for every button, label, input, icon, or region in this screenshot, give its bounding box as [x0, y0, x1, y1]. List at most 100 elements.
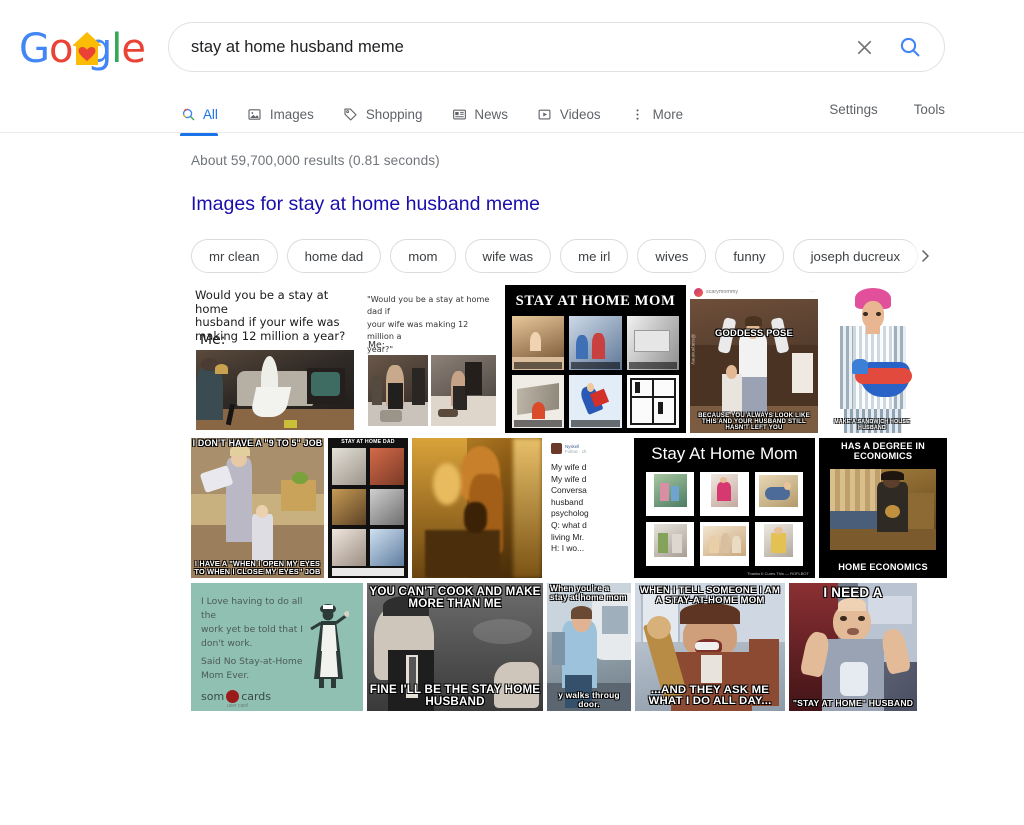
tab-label: More: [652, 106, 684, 122]
close-icon: [857, 40, 871, 54]
tag-icon: [343, 107, 359, 123]
tab-news[interactable]: News: [451, 96, 522, 133]
kebab-icon: [630, 107, 646, 123]
image-result-1[interactable]: Would you be a stay at home husband if y…: [191, 285, 359, 433]
image-row: I Love having to do all the work yet be …: [191, 583, 931, 711]
image-result-5[interactable]: MAKE A SANDWICH HOUSE HUSBAND: [822, 285, 922, 433]
active-tab-underline: [180, 133, 218, 136]
tab-label: News: [474, 106, 508, 122]
tab-label: All: [203, 106, 218, 122]
logo-letter-g: G: [19, 26, 50, 72]
meme-photo-left: [368, 355, 428, 426]
newspaper-icon: [451, 107, 467, 123]
meme-top-text: I DON'T HAVE A "9 TO 5" JOB: [192, 438, 323, 449]
tab-shopping[interactable]: Shopping: [343, 96, 438, 133]
meme-photo: GODDESS POSE BECAUSE YOU ALWAYS LOOK LIK…: [690, 299, 818, 433]
header-right-links: Settings Tools: [829, 102, 945, 117]
google-logo[interactable]: Gogle: [19, 26, 146, 72]
chip-me-irl[interactable]: me irl: [560, 239, 629, 273]
meme-subcaption: Me:: [200, 332, 226, 348]
clear-search-button[interactable]: [842, 25, 886, 69]
image-result-14[interactable]: When you're a stay at home mom y walks t…: [547, 583, 631, 711]
image-row: Would you be a stay at home husband if y…: [191, 285, 931, 433]
meme-top-text: GODDESS POSE: [715, 327, 793, 339]
post-header: Nyskell Follow · 1h: [551, 443, 586, 454]
meme-top-text: When you're a stay at home mom: [550, 583, 627, 603]
meme-top-text: HAS A DEGREE IN ECONOMICS: [841, 441, 925, 461]
tab-label: Shopping: [365, 106, 423, 122]
chip-funny[interactable]: funny: [715, 239, 784, 273]
image-result-7[interactable]: STAY AT HOME DAD: [328, 438, 408, 578]
house-heart-icon: [72, 31, 102, 69]
meme-title: STAY AT HOME MOM: [515, 293, 676, 309]
meme-top-text: WHEN I TELL SOMEONE I AM A STAY-AT-HOME …: [639, 584, 781, 606]
tab-more[interactable]: More: [630, 96, 699, 133]
meme-bottom-text: FINE I'LL BE THE STAY HOME HUSBAND: [369, 683, 541, 709]
maid-illustration: [303, 599, 350, 691]
tab-label: Images: [269, 106, 314, 122]
meme-subcaption: Me:: [368, 340, 385, 351]
chip-home-dad[interactable]: home dad: [286, 239, 382, 273]
image-result-12[interactable]: I Love having to do all the work yet be …: [191, 583, 363, 711]
meme-bottom-text: ...AND THEY ASK ME WHAT I DO ALL DAY...: [648, 683, 772, 708]
chips-scroll-right-button[interactable]: [907, 238, 943, 274]
logo-letter-o1: o: [49, 26, 74, 72]
meme-caption: "Would you be a stay at home dad if your…: [367, 294, 490, 354]
avatar: [694, 287, 703, 297]
search-tabs: All Images Shopping News Videos More: [180, 96, 712, 136]
image-result-2[interactable]: "Would you be a stay at home dad if your…: [363, 285, 501, 433]
meme-bottom-text: I HAVE A "WHEN I OPEN MY EYES TO WHEN I …: [194, 558, 321, 576]
chip-wife-was[interactable]: wife was: [464, 239, 552, 273]
page-header: Gogle All: [0, 0, 1024, 136]
image-result-3[interactable]: STAY AT HOME MOM: [505, 285, 686, 433]
chip-mom[interactable]: mom: [390, 239, 456, 273]
image-result-11[interactable]: HAS A DEGREE IN ECONOMICS HOME ECONOMICS: [819, 438, 947, 578]
search-input[interactable]: [169, 37, 842, 57]
logo-letter-l: l: [111, 26, 122, 72]
logo-letter-e: e: [121, 26, 146, 72]
image-result-15[interactable]: WHEN I TELL SOMEONE I AM A STAY-AT-HOME …: [635, 583, 785, 711]
image-result-8[interactable]: [412, 438, 542, 578]
image-pack-title[interactable]: Images for stay at home husband meme: [191, 193, 931, 215]
account-handle: scarymommy: [706, 289, 739, 295]
chip-wives[interactable]: wives: [637, 239, 707, 273]
meme-photo: [830, 469, 936, 550]
meme-photo-right: [431, 355, 496, 426]
meme-bottom-text: "STAY AT HOME" HUSBAND: [792, 698, 914, 709]
tab-videos[interactable]: Videos: [537, 96, 616, 133]
chip-mr-clean[interactable]: mr clean: [191, 239, 278, 273]
search-icon: [180, 107, 196, 123]
image-grid: Would you be a stay at home husband if y…: [191, 285, 947, 711]
tab-images[interactable]: Images: [247, 96, 329, 133]
result-stats: About 59,700,000 results (0.81 seconds): [191, 153, 440, 168]
search-bar[interactable]: [168, 22, 945, 72]
image-result-16[interactable]: I NEED A "STAY AT HOME" HUSBAND: [789, 583, 917, 711]
tab-all[interactable]: All: [180, 96, 233, 136]
someecards-logo: som cards: [201, 690, 272, 703]
google-search-results-page: Gogle All: [0, 0, 1024, 825]
meme-top-text: YOU CAN'T COOK AND MAKE MORE THAN ME: [369, 584, 541, 610]
image-result-13[interactable]: YOU CAN'T COOK AND MAKE MORE THAN ME FIN…: [367, 583, 543, 711]
image-icon: [247, 107, 263, 123]
meme-panels: [512, 316, 679, 428]
image-result-6[interactable]: I DON'T HAVE A "9 TO 5" JOB I HAVE A "WH…: [191, 438, 324, 578]
meme-photo: MAKE A SANDWICH HOUSE HUSBAND: [822, 285, 922, 433]
image-result-4[interactable]: scarymommy ··· GODDESS POSE BECAUSE YOU …: [690, 285, 818, 433]
meme-title: STAY AT HOME DAD: [341, 439, 395, 445]
tools-link[interactable]: Tools: [914, 102, 945, 117]
search-submit-button[interactable]: [888, 25, 932, 69]
avatar: [551, 443, 562, 454]
instagram-header: scarymommy ···: [690, 285, 818, 299]
meme-top-text: I NEED A: [823, 584, 883, 600]
refinement-chips: mr clean home dad mom wife was me irl wi…: [191, 238, 943, 274]
meme-panels: [646, 472, 803, 566]
meme-panels: [332, 448, 404, 566]
meme-bottom-text: HOME ECONOMICS: [838, 561, 928, 572]
meme-photo: [196, 350, 354, 430]
chip-joseph-ducreux[interactable]: joseph ducreux: [792, 239, 919, 273]
image-result-9[interactable]: Nyskell Follow · 1h My wife d My wife d C…: [546, 438, 630, 578]
search-icon: [900, 37, 920, 57]
image-result-10[interactable]: Stay At Home Mom Thanks It Cures This — …: [634, 438, 815, 578]
settings-link[interactable]: Settings: [829, 102, 877, 117]
image-row: I DON'T HAVE A "9 TO 5" JOB I HAVE A "WH…: [191, 438, 947, 578]
